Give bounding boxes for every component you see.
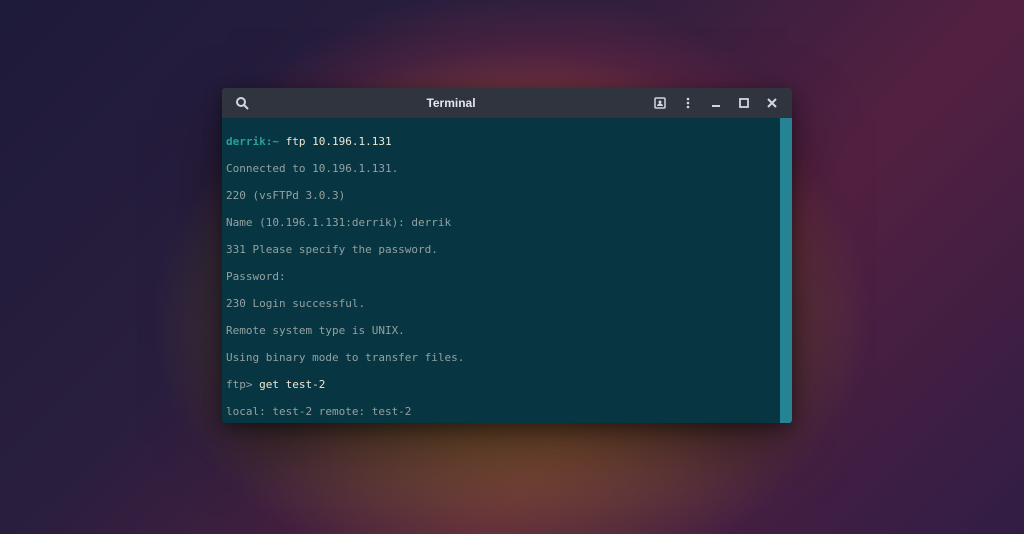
output-line: Password: xyxy=(226,270,776,284)
ftp-prompt: ftp> xyxy=(226,378,259,391)
shell-prompt: derrik:~ xyxy=(226,135,279,148)
scrollbar[interactable] xyxy=(780,118,792,423)
close-button[interactable] xyxy=(758,89,786,117)
titlebar[interactable]: Terminal xyxy=(222,88,792,118)
maximize-button[interactable] xyxy=(730,89,758,117)
contact-icon[interactable] xyxy=(646,89,674,117)
terminal-body[interactable]: derrik:~ ftp 10.196.1.131 Connected to 1… xyxy=(222,118,792,423)
menu-icon[interactable] xyxy=(674,89,702,117)
terminal-output[interactable]: derrik:~ ftp 10.196.1.131 Connected to 1… xyxy=(222,118,780,423)
output-line: Using binary mode to transfer files. xyxy=(226,351,776,365)
output-line: 230 Login successful. xyxy=(226,297,776,311)
shell-command: ftp 10.196.1.131 xyxy=(286,135,392,148)
output-line: local: test-2 remote: test-2 xyxy=(226,405,776,419)
minimize-button[interactable] xyxy=(702,89,730,117)
output-line: 220 (vsFTPd 3.0.3) xyxy=(226,189,776,203)
output-line: 331 Please specify the password. xyxy=(226,243,776,257)
search-icon[interactable] xyxy=(228,89,256,117)
scrollbar-thumb[interactable] xyxy=(780,118,792,423)
ftp-command: get test-2 xyxy=(259,378,325,391)
output-line: Connected to 10.196.1.131. xyxy=(226,162,776,176)
terminal-window: Terminal derrik:~ ftp 10.196.1.131 Conne… xyxy=(222,88,792,423)
output-line: Name (10.196.1.131:derrik): derrik xyxy=(226,216,776,230)
output-line: Remote system type is UNIX. xyxy=(226,324,776,338)
window-title: Terminal xyxy=(426,96,475,110)
